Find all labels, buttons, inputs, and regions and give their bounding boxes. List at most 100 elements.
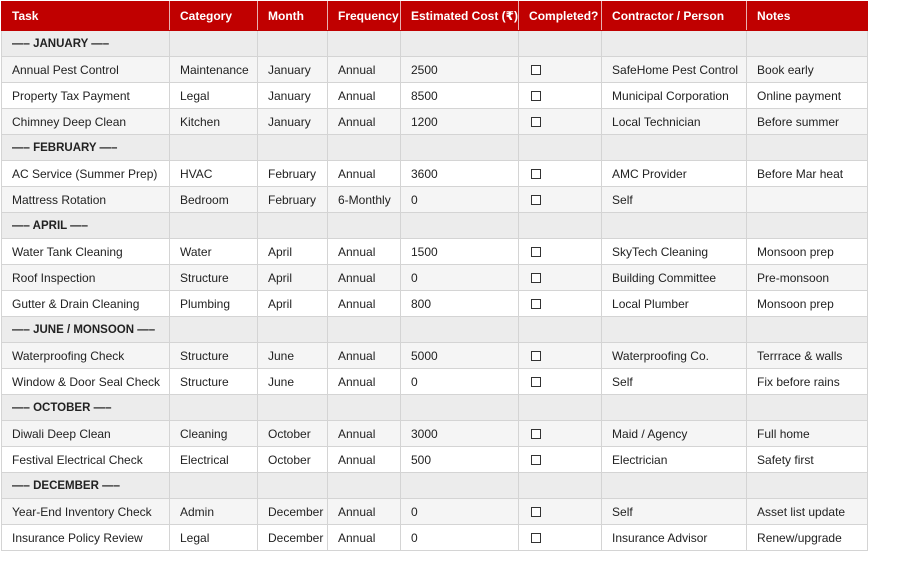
empty-cell[interactable]: [601, 394, 748, 421]
empty-cell[interactable]: [327, 134, 401, 161]
completed-cell[interactable]: [518, 186, 603, 213]
section-label[interactable]: —– OCTOBER —–: [1, 394, 170, 421]
task-cell[interactable]: Waterproofing Check: [1, 342, 170, 369]
task-cell[interactable]: Annual Pest Control: [1, 56, 170, 83]
empty-cell[interactable]: [518, 30, 603, 57]
frequency-cell[interactable]: Annual: [327, 290, 401, 317]
checkbox-icon[interactable]: [531, 351, 542, 362]
task-cell[interactable]: Diwali Deep Clean: [1, 420, 170, 447]
cost-cell[interactable]: 500: [399, 446, 520, 473]
empty-cell[interactable]: [746, 134, 869, 161]
completed-cell[interactable]: [518, 108, 603, 135]
empty-cell[interactable]: [399, 30, 520, 57]
completed-cell[interactable]: [518, 264, 603, 291]
category-cell[interactable]: Kitchen: [169, 108, 258, 135]
empty-cell[interactable]: [518, 316, 603, 343]
empty-cell[interactable]: [327, 212, 401, 239]
notes-cell[interactable]: Before summer: [746, 108, 869, 135]
empty-cell[interactable]: [169, 316, 258, 343]
empty-cell[interactable]: [169, 134, 258, 161]
empty-cell[interactable]: [257, 30, 328, 57]
frequency-cell[interactable]: Annual: [327, 82, 401, 109]
contractor-cell[interactable]: Maid / Agency: [601, 420, 748, 447]
empty-cell[interactable]: [327, 394, 401, 421]
contractor-cell[interactable]: SkyTech Cleaning: [601, 238, 748, 265]
notes-cell[interactable]: Monsoon prep: [746, 290, 869, 317]
category-cell[interactable]: Water: [169, 238, 258, 265]
completed-cell[interactable]: [518, 498, 603, 525]
frequency-cell[interactable]: Annual: [327, 420, 401, 447]
empty-cell[interactable]: [327, 472, 401, 499]
completed-cell[interactable]: [518, 368, 603, 395]
checkbox-icon[interactable]: [531, 429, 542, 440]
notes-cell[interactable]: Safety first: [746, 446, 869, 473]
contractor-cell[interactable]: AMC Provider: [601, 160, 748, 187]
frequency-cell[interactable]: Annual: [327, 264, 401, 291]
empty-cell[interactable]: [601, 30, 748, 57]
contractor-cell[interactable]: SafeHome Pest Control: [601, 56, 748, 83]
completed-cell[interactable]: [518, 524, 603, 551]
month-cell[interactable]: June: [257, 342, 328, 369]
category-cell[interactable]: Legal: [169, 82, 258, 109]
section-label[interactable]: —– DECEMBER —–: [1, 472, 170, 499]
checkbox-icon[interactable]: [531, 65, 542, 76]
month-cell[interactable]: April: [257, 290, 328, 317]
frequency-cell[interactable]: Annual: [327, 108, 401, 135]
completed-cell[interactable]: [518, 342, 603, 369]
month-cell[interactable]: February: [257, 186, 328, 213]
header-estimated-cost[interactable]: Estimated Cost (₹): [399, 1, 520, 31]
task-cell[interactable]: Water Tank Cleaning: [1, 238, 170, 265]
notes-cell[interactable]: Full home: [746, 420, 869, 447]
contractor-cell[interactable]: Municipal Corporation: [601, 82, 748, 109]
month-cell[interactable]: April: [257, 264, 328, 291]
header-month[interactable]: Month: [257, 1, 328, 31]
cost-cell[interactable]: 0: [399, 524, 520, 551]
notes-cell[interactable]: Terrrace & walls: [746, 342, 869, 369]
empty-cell[interactable]: [601, 212, 748, 239]
cost-cell[interactable]: 3600: [399, 160, 520, 187]
contractor-cell[interactable]: Electrician: [601, 446, 748, 473]
section-label[interactable]: —– JUNE / MONSOON —–: [1, 316, 170, 343]
contractor-cell[interactable]: Building Committee: [601, 264, 748, 291]
header-task[interactable]: Task: [1, 1, 170, 31]
header-category[interactable]: Category: [169, 1, 258, 31]
empty-cell[interactable]: [601, 134, 748, 161]
empty-cell[interactable]: [601, 316, 748, 343]
month-cell[interactable]: October: [257, 446, 328, 473]
notes-cell[interactable]: Asset list update: [746, 498, 869, 525]
empty-cell[interactable]: [327, 316, 401, 343]
checkbox-icon[interactable]: [531, 247, 542, 258]
section-label[interactable]: —– APRIL —–: [1, 212, 170, 239]
contractor-cell[interactable]: Local Technician: [601, 108, 748, 135]
cost-cell[interactable]: 2500: [399, 56, 520, 83]
task-cell[interactable]: AC Service (Summer Prep): [1, 160, 170, 187]
contractor-cell[interactable]: Self: [601, 368, 748, 395]
empty-cell[interactable]: [169, 472, 258, 499]
checkbox-icon[interactable]: [531, 507, 542, 518]
empty-cell[interactable]: [518, 134, 603, 161]
empty-cell[interactable]: [327, 30, 401, 57]
section-label[interactable]: —– FEBRUARY —–: [1, 134, 170, 161]
cost-cell[interactable]: 1200: [399, 108, 520, 135]
cost-cell[interactable]: 0: [399, 186, 520, 213]
category-cell[interactable]: Cleaning: [169, 420, 258, 447]
category-cell[interactable]: Electrical: [169, 446, 258, 473]
empty-cell[interactable]: [746, 472, 869, 499]
month-cell[interactable]: February: [257, 160, 328, 187]
frequency-cell[interactable]: Annual: [327, 160, 401, 187]
task-cell[interactable]: Window & Door Seal Check: [1, 368, 170, 395]
checkbox-icon[interactable]: [531, 377, 542, 388]
notes-cell[interactable]: Fix before rains: [746, 368, 869, 395]
cost-cell[interactable]: 3000: [399, 420, 520, 447]
notes-cell[interactable]: Before Mar heat: [746, 160, 869, 187]
checkbox-icon[interactable]: [531, 169, 542, 180]
completed-cell[interactable]: [518, 238, 603, 265]
cost-cell[interactable]: 800: [399, 290, 520, 317]
checkbox-icon[interactable]: [531, 117, 542, 128]
task-cell[interactable]: Insurance Policy Review: [1, 524, 170, 551]
empty-cell[interactable]: [257, 212, 328, 239]
month-cell[interactable]: December: [257, 498, 328, 525]
empty-cell[interactable]: [601, 472, 748, 499]
month-cell[interactable]: January: [257, 56, 328, 83]
cost-cell[interactable]: 1500: [399, 238, 520, 265]
